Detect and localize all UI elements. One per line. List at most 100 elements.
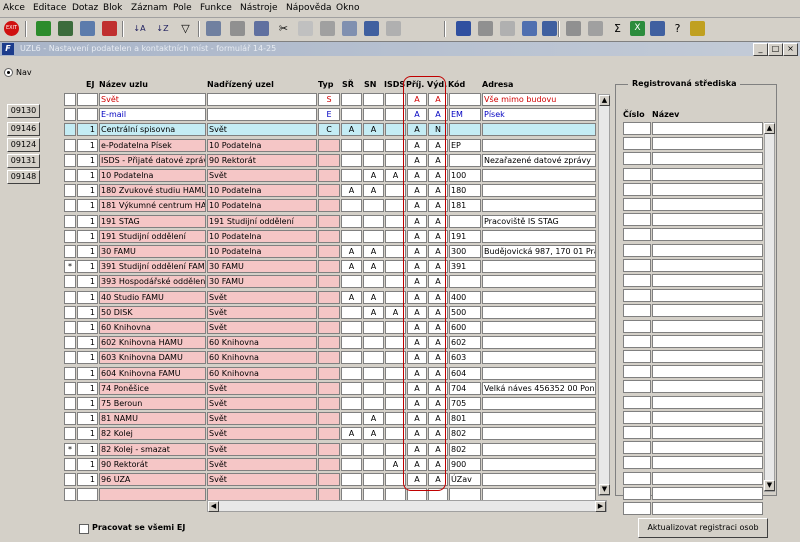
strediska-scrollbar[interactable]: ▲ ▼: [764, 122, 775, 492]
menu-funkce[interactable]: Funkce: [200, 3, 232, 13]
cell-kod[interactable]: 802: [449, 427, 481, 440]
nav-icon[interactable]: [542, 21, 557, 36]
cell-sn[interactable]: [363, 139, 384, 152]
cell-mark[interactable]: [64, 397, 76, 410]
cell-mark[interactable]: [64, 199, 76, 212]
cell-nadrizeny[interactable]: 10 Podatelna: [207, 245, 317, 258]
cell-mark[interactable]: [64, 245, 76, 258]
cell-adresa[interactable]: Vše mimo budovu: [482, 93, 596, 106]
cell-typ[interactable]: [318, 382, 340, 395]
cell-sn[interactable]: A: [363, 427, 384, 440]
refresh-icon[interactable]: [522, 21, 537, 36]
cell-adresa[interactable]: [482, 260, 596, 273]
cell-sr[interactable]: [341, 321, 362, 334]
cell-typ[interactable]: [318, 306, 340, 319]
cell-adresa[interactable]: Velká náves 456352 00 Poněšice: [482, 382, 596, 395]
strediska-cell-cislo[interactable]: [623, 168, 651, 181]
strediska-cell-cislo[interactable]: [623, 183, 651, 196]
cell-ej[interactable]: 1: [77, 275, 98, 288]
menu-zaznam[interactable]: Záznam: [131, 3, 167, 13]
nav-radio[interactable]: Nav: [4, 68, 32, 77]
cell-kod[interactable]: [449, 123, 481, 136]
cell-kod[interactable]: 181: [449, 199, 481, 212]
cell-mark[interactable]: [64, 108, 76, 121]
cell-typ[interactable]: C: [318, 123, 340, 136]
strediska-cell-cislo[interactable]: [623, 411, 651, 424]
nav-button[interactable]: 09124: [7, 138, 40, 152]
cell-sn[interactable]: A: [363, 123, 384, 136]
cell-nadrizeny[interactable]: 10 Podatelna: [207, 199, 317, 212]
strediska-cell-cislo[interactable]: [623, 365, 651, 378]
cell-typ[interactable]: [318, 260, 340, 273]
cell-nazev[interactable]: 60 Knihovna: [99, 321, 206, 334]
cell-mark[interactable]: [64, 427, 76, 440]
cell-adresa[interactable]: [482, 397, 596, 410]
cell-kod[interactable]: 600: [449, 321, 481, 334]
calculator-icon[interactable]: [386, 21, 401, 36]
strediska-cell-nazev[interactable]: [652, 122, 763, 135]
strediska-cell-cislo[interactable]: [623, 320, 651, 333]
cell-kod[interactable]: 602: [449, 336, 481, 349]
strediska-cell-nazev[interactable]: [652, 183, 763, 196]
cell-sn[interactable]: A: [363, 260, 384, 273]
cell-ej[interactable]: 1: [77, 230, 98, 243]
cell-typ[interactable]: [318, 199, 340, 212]
cell-typ[interactable]: [318, 275, 340, 288]
cell-ej[interactable]: 1: [77, 443, 98, 456]
cell-kod[interactable]: EP: [449, 139, 481, 152]
cell-kod[interactable]: 704: [449, 382, 481, 395]
cell-sn[interactable]: [363, 473, 384, 486]
cell-kod[interactable]: [449, 154, 481, 167]
cell-typ[interactable]: E: [318, 108, 340, 121]
cell-mark[interactable]: [64, 123, 76, 136]
cell-sr[interactable]: [341, 443, 362, 456]
cell-kod[interactable]: 391: [449, 260, 481, 273]
cell-nazev[interactable]: 81 NAMU: [99, 412, 206, 425]
cell-sn[interactable]: [363, 108, 384, 121]
cell-ej[interactable]: [77, 108, 98, 121]
cell-ej[interactable]: 1: [77, 336, 98, 349]
strediska-cell-cislo[interactable]: [623, 487, 651, 500]
cell-nadrizeny[interactable]: 30 FAMU: [207, 275, 317, 288]
strediska-cell-cislo[interactable]: [623, 152, 651, 165]
cell-sn[interactable]: [363, 230, 384, 243]
cell-nazev[interactable]: 602 Knihovna HAMU: [99, 336, 206, 349]
cell-typ[interactable]: [318, 443, 340, 456]
cell-sr[interactable]: [341, 93, 362, 106]
strediska-cell-cislo[interactable]: [623, 304, 651, 317]
cell-typ[interactable]: [318, 458, 340, 471]
scroll-down-icon[interactable]: ▼: [599, 484, 610, 495]
cell-nazev[interactable]: ISDS - Přijaté datové zprávy: [99, 154, 206, 167]
strediska-cell-nazev[interactable]: [652, 320, 763, 333]
cell-ej[interactable]: 1: [77, 321, 98, 334]
cell-nadrizeny[interactable]: Svět: [207, 397, 317, 410]
cell-typ[interactable]: [318, 473, 340, 486]
cell-ej[interactable]: 1: [77, 473, 98, 486]
cell-typ[interactable]: [318, 321, 340, 334]
cell-mark[interactable]: [64, 93, 76, 106]
cell-nadrizeny[interactable]: 60 Knihovna: [207, 351, 317, 364]
copy-icon[interactable]: [298, 21, 313, 36]
cell-nazev[interactable]: 82 Kolej - smazat: [99, 443, 206, 456]
cell-nazev[interactable]: 96 UZA: [99, 473, 206, 486]
cell-kod[interactable]: 802: [449, 443, 481, 456]
cell-nazev[interactable]: 391 Studijní oddělení FAMU: [99, 260, 206, 273]
cell-kod[interactable]: ÚZav: [449, 473, 481, 486]
toggle-icon[interactable]: [478, 21, 493, 36]
strediska-cell-nazev[interactable]: [652, 411, 763, 424]
print-icon[interactable]: [206, 21, 221, 36]
cell-kod[interactable]: [449, 275, 481, 288]
cell-adresa[interactable]: [482, 412, 596, 425]
chart-icon[interactable]: [456, 21, 471, 36]
cell-adresa[interactable]: Písek: [482, 108, 596, 121]
grid-icon[interactable]: [650, 21, 665, 36]
cell-sn[interactable]: [363, 397, 384, 410]
close-button[interactable]: ×: [783, 43, 798, 56]
cell-nazev[interactable]: 75 Beroun: [99, 397, 206, 410]
menu-pole[interactable]: Pole: [173, 3, 192, 13]
cell-sr[interactable]: [341, 199, 362, 212]
cell-typ[interactable]: [318, 336, 340, 349]
mail-icon[interactable]: [254, 21, 269, 36]
cell-mark[interactable]: [64, 184, 76, 197]
maximize-button[interactable]: □: [768, 43, 783, 56]
